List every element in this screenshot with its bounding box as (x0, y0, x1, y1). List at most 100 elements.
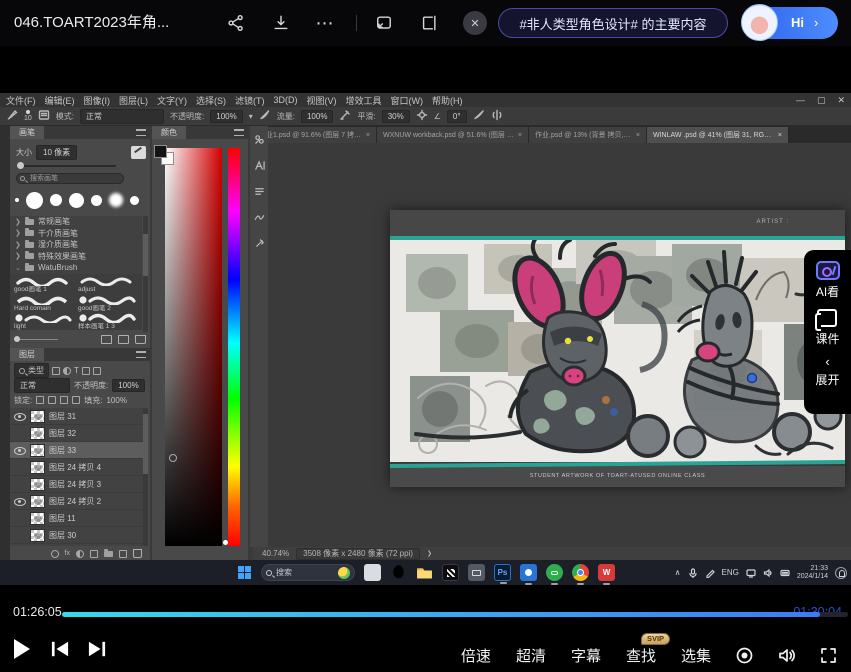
screenshot-icon[interactable] (372, 11, 396, 35)
lock-position-icon[interactable] (60, 396, 68, 404)
layer-row[interactable]: 图层 11 (10, 510, 144, 527)
brush-preset[interactable]: adjust (76, 275, 140, 294)
menu-filter[interactable]: 滤镜(T) (235, 94, 265, 107)
hue-strip[interactable] (228, 148, 240, 546)
brush-tip[interactable] (26, 192, 43, 209)
brush-group[interactable]: ❯干介质画笔 (10, 228, 142, 240)
link-layers-icon[interactable] (51, 550, 59, 558)
new-group-icon[interactable] (104, 551, 113, 557)
layer-row[interactable]: 图层 24 拷贝 3 (10, 476, 144, 493)
symmetry-icon[interactable] (491, 109, 503, 123)
new-layer-icon[interactable] (119, 550, 127, 558)
new-group-icon[interactable] (101, 335, 112, 344)
document-tab-active[interactable]: WINLAW .psd @ 41% (图层 31, RGB/8#) *× (647, 127, 789, 143)
visibility-eye-icon[interactable] (13, 462, 26, 472)
menu-window[interactable]: 窗口(W) (391, 94, 424, 107)
brush-list-scrollbar[interactable] (143, 216, 148, 332)
brush-size-slider[interactable] (18, 165, 116, 167)
smoothing-gear-icon[interactable] (416, 109, 428, 123)
menu-file[interactable]: 文件(F) (6, 94, 36, 107)
brush-group-expanded[interactable]: ⌄WatuBrush (10, 262, 142, 274)
visibility-eye-icon[interactable] (13, 479, 26, 489)
menu-layer[interactable]: 图层(L) (119, 94, 148, 107)
status-chevron-icon[interactable]: ❯ (427, 550, 432, 557)
window-close-icon[interactable]: ✕ (837, 95, 845, 106)
brush-tool-icon[interactable] (6, 109, 18, 123)
play-icon[interactable] (12, 638, 32, 660)
layer-mask-icon[interactable] (90, 550, 98, 558)
hue-marker[interactable] (223, 540, 228, 545)
subtitle-button[interactable]: 字幕 (571, 645, 601, 666)
start-button[interactable] (238, 566, 252, 580)
layer-thumbnail[interactable] (30, 478, 45, 491)
chrome-icon[interactable] (572, 564, 589, 581)
picture-in-picture-icon[interactable] (417, 11, 441, 35)
weather-icon[interactable] (338, 567, 350, 579)
display-icon[interactable] (746, 568, 756, 578)
ai-search-pill[interactable]: #非人类型角色设计# 的主要内容 (498, 8, 728, 38)
progress-bar[interactable] (62, 612, 848, 617)
layer-row-selected[interactable]: 图层 33 (10, 442, 144, 459)
filter-type-icon[interactable]: T (74, 367, 79, 375)
brush-preset[interactable]: good画笔 2 (76, 294, 140, 313)
volume-icon[interactable] (778, 647, 795, 664)
layer-thumbnail[interactable] (30, 444, 45, 457)
brush-settings-panel-icon[interactable] (254, 134, 265, 145)
notification-bell-icon[interactable] (835, 567, 847, 579)
brushes-panel-tab[interactable]: 画笔 (10, 126, 44, 139)
visibility-eye-icon[interactable] (13, 411, 26, 421)
foreground-color-swatch[interactable] (154, 145, 167, 158)
tab-close-icon[interactable]: × (636, 132, 640, 139)
visibility-eye-icon[interactable] (13, 513, 26, 523)
layer-thumbnail[interactable] (30, 410, 45, 423)
photoshop-icon[interactable]: Ps (494, 564, 511, 581)
hidden-icons-caret[interactable]: ∧ (675, 568, 681, 577)
close-video-icon[interactable]: ✕ (463, 11, 487, 35)
smoothing-value[interactable]: 30% (382, 110, 410, 123)
layer-opacity-value[interactable]: 100% (112, 379, 144, 392)
camera-app-icon[interactable] (468, 564, 485, 581)
filter-shape-icon[interactable] (82, 367, 90, 375)
keyboard-icon[interactable] (780, 568, 790, 578)
menu-3d[interactable]: 3D(D) (274, 95, 298, 105)
brush-preset[interactable]: light (12, 312, 76, 331)
layer-thumbnail[interactable] (30, 546, 45, 547)
taskbar-clock[interactable]: 21:33 2024/1/14 (797, 565, 828, 581)
visibility-eye-icon[interactable] (13, 530, 26, 540)
wps-icon[interactable]: W (598, 564, 615, 581)
maximize-icon[interactable]: ▢ (817, 95, 826, 106)
brush-size-preview[interactable]: 10 (24, 110, 32, 122)
record-mode-icon[interactable] (736, 647, 753, 664)
layer-row[interactable]: 图层 24 拷贝 2 (10, 493, 144, 510)
filter-smartobject-icon[interactable] (93, 367, 101, 375)
visibility-eye-icon[interactable] (13, 445, 26, 455)
fill-value[interactable]: 100% (106, 396, 126, 405)
ai-view-button[interactable]: AI看 (816, 261, 840, 300)
brush-tip-soft[interactable] (109, 193, 123, 207)
delete-layer-icon[interactable] (133, 549, 142, 558)
brush-group[interactable]: ❯湿介质画笔 (10, 239, 142, 251)
brush-tip[interactable] (130, 196, 139, 205)
visibility-eye-icon[interactable] (13, 428, 26, 438)
menu-edit[interactable]: 编辑(E) (45, 94, 75, 107)
assistant-button[interactable]: Hi › (744, 7, 838, 39)
blue-app-icon[interactable] (520, 564, 537, 581)
blend-mode-select[interactable]: 正常 (80, 109, 164, 124)
courseware-button[interactable]: 课件 (815, 309, 839, 347)
opacity-dropdown-icon[interactable]: ▾ (249, 112, 253, 121)
expand-button[interactable]: ‹ 展开 (815, 356, 839, 388)
document-tab[interactable]: 作业1.psd @ 91.6% (图层 7 拷贝, RGB/8#) *× (253, 127, 377, 143)
layer-thumbnail[interactable] (30, 461, 45, 474)
tab-close-icon[interactable]: × (366, 132, 370, 139)
color-panel-tab[interactable]: 颜色 (152, 126, 186, 139)
brush-tip[interactable] (15, 198, 19, 202)
episodes-button[interactable]: 选集 (681, 645, 711, 666)
layer-row[interactable]: 图层 30 (10, 527, 144, 544)
pen-icon[interactable] (705, 568, 715, 578)
pressure-opacity-icon[interactable] (259, 109, 271, 123)
brush-group[interactable]: ❯常规画笔 (10, 216, 142, 228)
app-window-icon[interactable] (364, 564, 381, 581)
ps-canvas-area[interactable]: ARTIST : (268, 143, 851, 547)
tab-close-icon[interactable]: × (778, 132, 782, 139)
layer-row[interactable]: 图层 24 拷贝 (10, 544, 144, 546)
